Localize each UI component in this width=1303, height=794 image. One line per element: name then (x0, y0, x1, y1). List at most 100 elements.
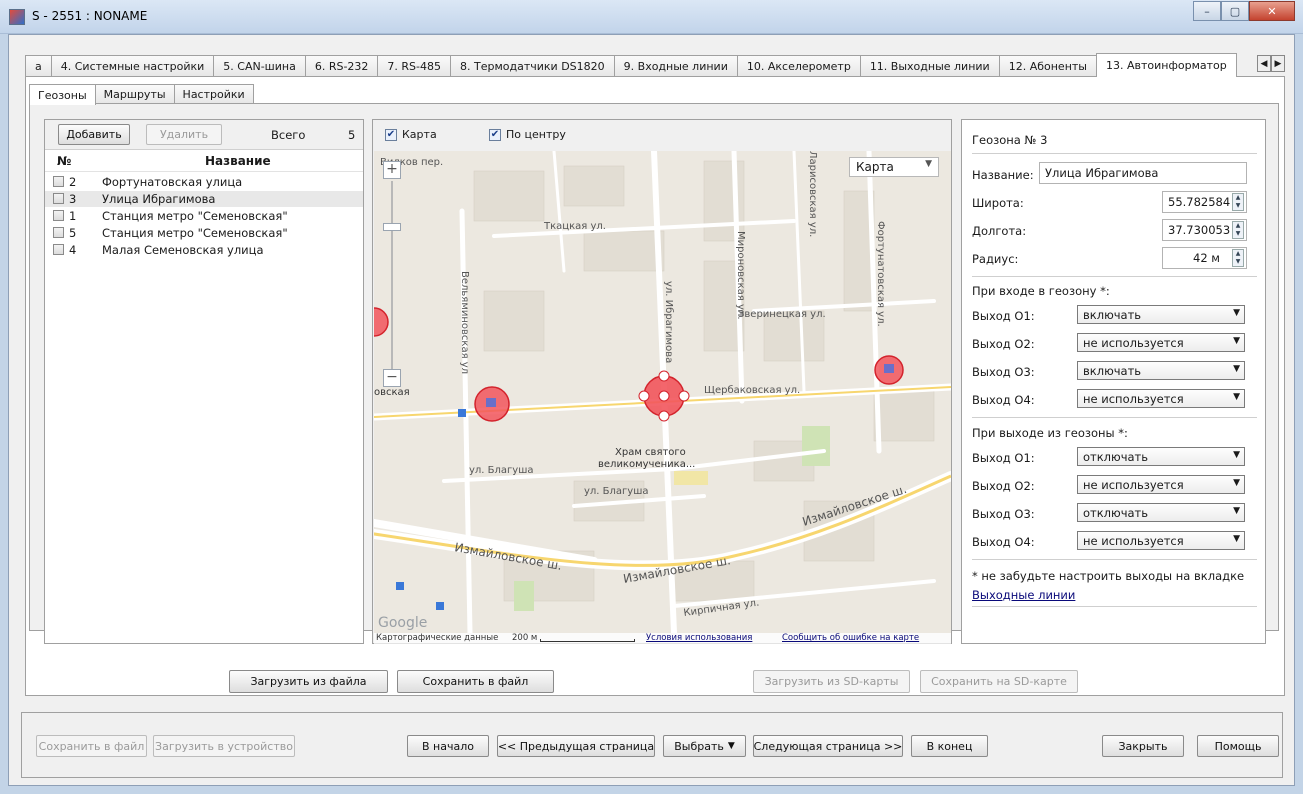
tab-accelerometer[interactable]: 10. Акселерометр (736, 55, 861, 77)
exit-o3-select[interactable]: отключать ▼ (1077, 503, 1245, 522)
map-checkbox[interactable]: ✔ Карта (385, 128, 437, 141)
geozone-header: Геозона № 3 (972, 133, 1048, 147)
save-to-file-button[interactable]: Сохранить в файл (397, 670, 554, 693)
geozone-list-panel: Добавить Удалить Всего 5 № Название 2 Фо… (44, 119, 364, 644)
help-button[interactable]: Помощь (1197, 735, 1279, 757)
maximize-button[interactable]: ▢ (1221, 1, 1249, 21)
next-page-button[interactable]: Следующая страница >> (753, 735, 903, 757)
row-checkbox[interactable] (53, 210, 64, 221)
add-geozone-button[interactable]: Добавить (58, 124, 130, 145)
tab-partial[interactable]: а (25, 55, 52, 77)
subtab-routes[interactable]: Маршруты (94, 84, 175, 104)
save-to-sd-button[interactable]: Сохранить на SD-карте (920, 670, 1078, 693)
output-lines-link[interactable]: Выходные линии (972, 588, 1075, 602)
exit-o1-select[interactable]: отключать ▼ (1077, 447, 1245, 466)
subtab-settings[interactable]: Настройки (173, 84, 254, 104)
enter-o1-select[interactable]: включать ▼ (1077, 305, 1245, 324)
map-terms-link[interactable]: Условия использования (646, 633, 752, 643)
tab-subscribers[interactable]: 12. Абоненты (998, 55, 1097, 77)
geozone-resize-handle[interactable] (678, 390, 690, 402)
list-item[interactable]: 1 Станция метро "Семеновская" (45, 208, 363, 224)
exit-o4-select[interactable]: не используется ▼ (1077, 531, 1245, 550)
load-to-device-button[interactable]: Загрузить в устройство (153, 735, 295, 757)
list-item-selected[interactable]: 3 Улица Ибрагимова (45, 191, 363, 207)
tab-scroll-left-icon[interactable]: ◀ (1257, 55, 1271, 72)
load-from-sd-button[interactable]: Загрузить из SD-карты (753, 670, 910, 693)
footer-save-file-button[interactable]: Сохранить в файл (36, 735, 147, 757)
radius-field[interactable]: 42 м ▲ ▼ (1162, 247, 1247, 269)
map-type-select[interactable]: Карта ▼ (849, 157, 939, 177)
geozone-resize-handle[interactable] (658, 410, 670, 422)
row-checkbox[interactable] (53, 193, 64, 204)
geozone-center-handle[interactable] (658, 390, 670, 402)
enter-o3-select[interactable]: включать ▼ (1077, 361, 1245, 380)
subtab-geozones[interactable]: Геозоны (29, 84, 96, 105)
check-icon[interactable]: ✔ (489, 128, 501, 141)
exit-o2-select[interactable]: не используется ▼ (1077, 475, 1245, 494)
chevron-down-icon: ▼ (1233, 308, 1240, 318)
spin-icon[interactable]: ▲ ▼ (1232, 249, 1244, 267)
zoom-out-button[interactable]: − (383, 369, 401, 387)
tab-thermo-sensors[interactable]: 8. Термодатчики DS1820 (450, 55, 615, 77)
enter-o4-select[interactable]: не используется ▼ (1077, 389, 1245, 408)
map-label-khram: Храм святого (615, 447, 686, 458)
select-page-button[interactable]: Выбрать ▼ (663, 735, 746, 757)
map-panel: ✔ Карта ✔ По центру Вилков пер. Ткацкая … (372, 119, 952, 644)
spin-icon[interactable]: ▲ ▼ (1232, 193, 1244, 211)
map-canvas[interactable]: Вилков пер. Ткацкая ул. Зверинецкая ул. … (374, 151, 951, 633)
lon-field[interactable]: 37.730053 ▲ ▼ (1162, 219, 1247, 241)
map-report-link[interactable]: Сообщить об ошибке на карте (782, 633, 919, 643)
last-page-button[interactable]: В конец (911, 735, 988, 757)
tab-scroll-right-icon[interactable]: ▶ (1271, 55, 1285, 72)
tab-can-bus[interactable]: 5. CAN-шина (213, 55, 306, 77)
load-from-file-button[interactable]: Загрузить из файла (229, 670, 388, 693)
chevron-down-icon: ▼ (1233, 392, 1240, 402)
check-icon[interactable]: ✔ (385, 128, 397, 141)
map-label-blagusha1: ул. Благуша (469, 465, 534, 476)
delete-geozone-button[interactable]: Удалить (146, 124, 222, 145)
tab-system-settings[interactable]: 4. Системные настройки (50, 55, 215, 77)
enter-o4-value: не используется (1083, 392, 1184, 406)
map-label-blagusha2: ул. Благуша (584, 486, 649, 497)
column-name[interactable]: Название (205, 154, 271, 168)
map-view[interactable]: Вилков пер. Ткацкая ул. Зверинецкая ул. … (374, 151, 951, 633)
close-window-button[interactable]: ✕ (1249, 1, 1295, 21)
close-button[interactable]: Закрыть (1102, 735, 1184, 757)
tab-output-lines[interactable]: 11. Выходные линии (859, 55, 1000, 77)
enter-o2-select[interactable]: не используется ▼ (1077, 333, 1245, 352)
zoom-slider-handle[interactable] (383, 223, 401, 231)
geozone-resize-handle[interactable] (638, 390, 650, 402)
zoom-in-button[interactable]: + (383, 161, 401, 179)
geozone-resize-handle[interactable] (658, 370, 670, 382)
row-checkbox[interactable] (53, 176, 64, 187)
exit-o1-value: отключать (1083, 450, 1149, 464)
chevron-down-icon: ▼ (1233, 534, 1240, 544)
center-checkbox[interactable]: ✔ По центру (489, 128, 566, 141)
on-enter-label: При входе в геозону *: (972, 284, 1110, 298)
name-label: Название: (972, 168, 1034, 182)
row-name: Улица Ибрагимова (102, 192, 216, 206)
list-item[interactable]: 4 Малая Семеновская улица (45, 242, 363, 258)
tab-autoinformer[interactable]: 13. Автоинформатор (1095, 53, 1237, 77)
prev-page-button[interactable]: << Предыдущая страница (497, 735, 655, 757)
row-number: 3 (69, 192, 77, 206)
select-page-label: Выбрать (674, 739, 724, 753)
center-checkbox-label: По центру (506, 128, 566, 141)
tab-input-lines[interactable]: 9. Входные линии (613, 55, 738, 77)
column-number[interactable]: № (57, 154, 71, 168)
spin-icon[interactable]: ▲ ▼ (1232, 221, 1244, 239)
minimize-button[interactable]: – (1193, 1, 1221, 21)
name-field[interactable]: Улица Ибрагимова (1039, 162, 1247, 184)
radius-label: Радиус: (972, 252, 1019, 266)
title-bar: S - 2551 : NONAME – ▢ ✕ (0, 0, 1303, 34)
tab-rs485[interactable]: 7. RS-485 (377, 55, 452, 77)
list-item[interactable]: 5 Станция метро "Семеновская" (45, 225, 363, 241)
list-item[interactable]: 2 Фортунатовская улица (45, 174, 363, 190)
tab-rs232[interactable]: 6. RS-232 (304, 55, 379, 77)
map-data-attribution: Картографические данные (376, 633, 499, 643)
lat-field[interactable]: 55.782584 ▲ ▼ (1162, 191, 1247, 213)
row-checkbox[interactable] (53, 244, 64, 255)
row-checkbox[interactable] (53, 227, 64, 238)
first-page-button[interactable]: В начало (407, 735, 489, 757)
lat-label: Широта: (972, 196, 1024, 210)
